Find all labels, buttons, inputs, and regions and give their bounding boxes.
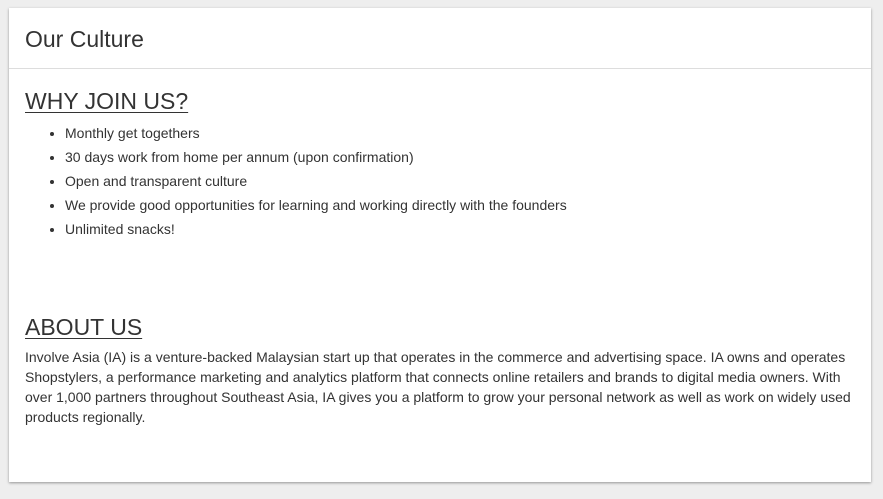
culture-card: Our Culture WHY JOIN US? Monthly get tog… <box>9 8 871 482</box>
card-body: WHY JOIN US? Monthly get togethers 30 da… <box>9 87 871 427</box>
about-us-text: Involve Asia (IA) is a venture-backed Ma… <box>25 349 851 425</box>
perk-list: Monthly get togethers 30 days work from … <box>25 121 855 241</box>
list-item: We provide good opportunities for learni… <box>65 193 855 217</box>
list-item: Unlimited snacks! <box>65 217 855 241</box>
list-item: 30 days work from home per annum (upon c… <box>65 145 855 169</box>
list-item: Open and transparent culture <box>65 169 855 193</box>
card-title: Our Culture <box>25 25 144 52</box>
about-us-heading: ABOUT US <box>25 314 143 340</box>
list-item: Monthly get togethers <box>65 121 855 145</box>
why-join-heading: WHY JOIN US? <box>25 88 189 114</box>
card-header: Our Culture <box>9 8 871 69</box>
